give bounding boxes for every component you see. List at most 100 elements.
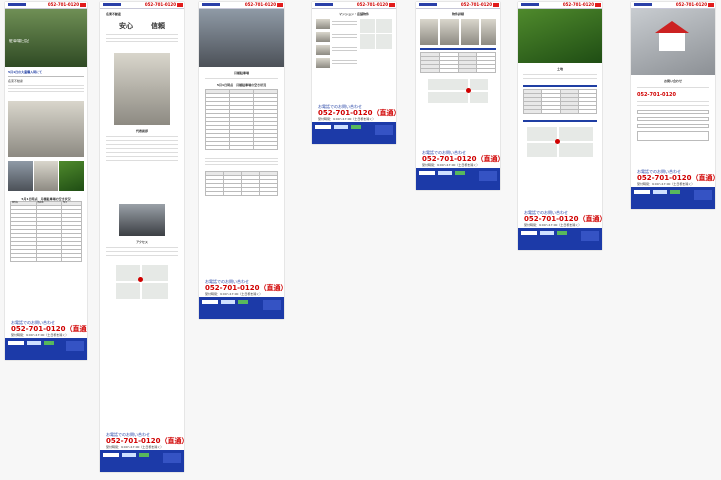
header-phone[interactable]: 052-701-0120 — [563, 2, 594, 8]
site-logo[interactable] — [521, 3, 539, 6]
footer-info — [581, 231, 599, 241]
footer-banner[interactable] — [438, 171, 452, 175]
land-table — [522, 89, 598, 114]
contact-phone[interactable]: 052-701-0120（直通） — [524, 215, 602, 223]
header-phone[interactable]: 052-701-0120 — [245, 2, 276, 8]
site-logo[interactable] — [8, 3, 26, 6]
page-thumbnail-2[interactable]: 052-701-0120 名東不動産 安心 信頼 代表挨拶 アクセス お電話での… — [100, 2, 184, 472]
footer-banner[interactable] — [540, 231, 554, 235]
site-logo[interactable] — [103, 3, 121, 6]
footer-banner[interactable] — [44, 341, 54, 345]
property-photo[interactable] — [316, 45, 330, 55]
property-photo[interactable] — [460, 19, 480, 45]
contact-section: お電話でのお問い合わせ 052-701-0120（直通） 受付時間：9:00～17:… — [518, 208, 602, 250]
contact-button[interactable] — [595, 3, 601, 7]
property-map[interactable] — [360, 19, 392, 49]
footer-banner[interactable] — [670, 190, 680, 194]
email-field[interactable] — [637, 117, 709, 121]
name-field[interactable] — [637, 110, 709, 114]
map-pin-icon — [555, 139, 560, 144]
property-photo[interactable] — [316, 58, 330, 68]
footer-banner[interactable] — [122, 453, 136, 457]
footer-banner[interactable] — [139, 453, 149, 457]
section-label: 物件詳細 — [451, 12, 464, 16]
contact-section: お電話でのお問い合わせ 052-701-0120（直通） 受付時間：9:00～17:… — [100, 430, 184, 472]
footer-banner[interactable] — [653, 190, 667, 194]
header-phone[interactable]: 052-701-0120 — [357, 2, 388, 8]
headline-right: 信頼 — [151, 22, 165, 30]
footer-logo[interactable] — [634, 190, 650, 194]
footer-logo[interactable] — [521, 231, 537, 235]
hero-image — [631, 9, 715, 75]
property-photo[interactable] — [420, 19, 439, 45]
contact-button[interactable] — [708, 3, 714, 7]
phone-field[interactable] — [637, 124, 709, 128]
contact-phone[interactable]: 052-701-0120（直通） — [106, 437, 184, 445]
site-logo[interactable] — [634, 3, 652, 6]
site-logo[interactable] — [315, 3, 333, 6]
footer-banner[interactable] — [557, 231, 567, 235]
footer-banner[interactable] — [351, 125, 361, 129]
page-thumbnail-4[interactable]: 052-701-0120 マンション・店舗物件 お電話でのお問い合わせ 052-7… — [312, 2, 396, 144]
header-phone[interactable]: 052-701-0120 — [48, 2, 79, 8]
contact-button[interactable] — [177, 3, 183, 7]
site-logo[interactable] — [419, 3, 437, 6]
header-phone[interactable]: 052-701-0120 — [676, 2, 707, 8]
property-photo[interactable] — [481, 19, 496, 45]
page-thumbnail-7[interactable]: 052-701-0120 お問い合わせ 052-701-0120 お電話でのお問… — [631, 2, 715, 209]
contact-button[interactable] — [80, 3, 86, 7]
section-label: マンション・店舗物件 — [338, 12, 369, 16]
header-phone[interactable]: 052-701-0120 — [145, 2, 176, 8]
header-phone[interactable]: 052-701-0120 — [461, 2, 492, 8]
footer-banner[interactable] — [27, 341, 41, 345]
site-header: 052-701-0120 — [631, 2, 715, 9]
access-map[interactable] — [116, 265, 168, 299]
banner-apartment[interactable] — [33, 161, 59, 191]
category-banners — [8, 161, 85, 191]
section-label: 土地 — [556, 67, 563, 71]
land-map[interactable] — [527, 127, 593, 157]
hero-caption: 駐車場日記 — [9, 39, 29, 43]
contact-phone[interactable]: 052-701-0120（直通） — [637, 174, 715, 182]
intro-text: 名東不動産 — [8, 79, 24, 83]
page-thumbnail-1[interactable]: 052-701-0120 駐車場日記 5月1日の大量購入時にて 名東不動産 5月… — [5, 2, 87, 360]
footer-info — [263, 300, 281, 310]
footer-info — [163, 453, 181, 463]
property-photo[interactable] — [440, 19, 459, 45]
section-profile: 代表挨拶 — [135, 129, 148, 133]
footer-banner[interactable] — [221, 300, 235, 304]
contact-phone[interactable]: 052-701-0120（直通） — [422, 155, 500, 163]
footer-logo[interactable] — [419, 171, 435, 175]
contact-button[interactable] — [389, 3, 395, 7]
contact-button[interactable] — [493, 3, 499, 7]
message-field[interactable] — [637, 131, 709, 141]
contact-phone[interactable]: 052-701-0120（直通） — [205, 284, 284, 292]
page-thumbnail-3[interactable]: 052-701-0120 月極駐車場 5月1日時点 月極駐車場の空き状況 お電話… — [199, 2, 284, 319]
site-footer — [5, 338, 87, 360]
site-footer — [100, 450, 184, 472]
property-photo[interactable] — [316, 32, 330, 42]
inquiry-phone[interactable]: 052-701-0120 — [637, 92, 709, 98]
contact-button[interactable] — [277, 3, 283, 7]
banner-parking[interactable] — [8, 161, 33, 191]
contact-hours: 受付時間：9:00～17:00（土日祝を除く） — [106, 445, 164, 449]
site-logo[interactable] — [202, 3, 220, 6]
parking-table: 物件名 所在地 空き — [10, 201, 82, 262]
footer-banner[interactable] — [238, 300, 248, 304]
site-footer — [312, 122, 396, 144]
site-header: 052-701-0120 — [312, 2, 396, 9]
property-map[interactable] — [428, 79, 488, 103]
site-header: 052-701-0120 — [199, 2, 284, 9]
contact-phone[interactable]: 052-701-0120（直通） — [11, 325, 87, 333]
page-thumbnail-5[interactable]: 052-701-0120 物件詳細 お電話でのお問い合わせ 052-701-012… — [416, 2, 500, 190]
property-photo[interactable] — [316, 19, 330, 29]
footer-banner[interactable] — [334, 125, 348, 129]
banner-land[interactable] — [59, 161, 85, 191]
footer-logo[interactable] — [103, 453, 119, 457]
page-thumbnail-6[interactable]: 052-701-0120 土地 お電話でのお問い合わせ 052-701-0120（… — [518, 2, 602, 250]
contact-phone[interactable]: 052-701-0120（直通） — [318, 109, 396, 117]
footer-logo[interactable] — [315, 125, 331, 129]
footer-logo[interactable] — [202, 300, 218, 304]
footer-banner[interactable] — [455, 171, 465, 175]
footer-logo[interactable] — [8, 341, 24, 345]
